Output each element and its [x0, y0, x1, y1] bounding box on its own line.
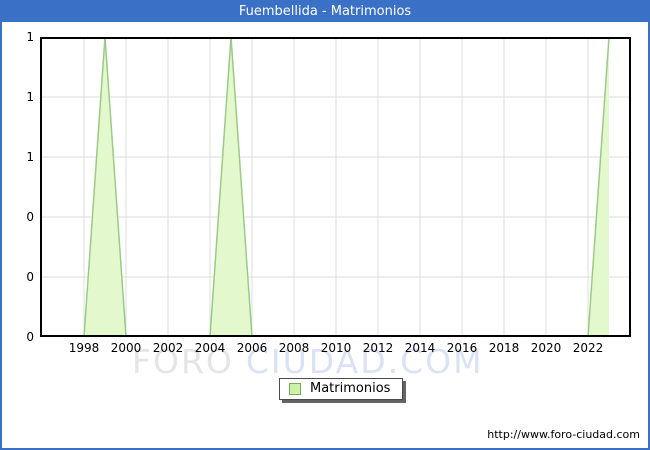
y-tick-label: 1: [26, 90, 34, 104]
y-tick-label: 0: [26, 330, 34, 344]
x-tick-label: 2008: [278, 341, 310, 355]
area-series-fill: [42, 37, 609, 337]
y-tick-label: 1: [26, 30, 34, 44]
source-url: http://www.foro-ciudad.com: [487, 428, 640, 441]
x-tick-label: 2012: [362, 341, 394, 355]
x-tick-label: 1998: [68, 341, 100, 355]
x-tick-label: 2002: [152, 341, 184, 355]
x-tick-label: 2022: [572, 341, 604, 355]
x-tick-label: 2000: [110, 341, 142, 355]
vertical-gridlines: [83, 37, 589, 337]
y-tick-label: 0: [26, 210, 34, 224]
x-tick-label: 2018: [488, 341, 520, 355]
x-tick-label: 2006: [236, 341, 268, 355]
x-tick-label: 2020: [530, 341, 562, 355]
legend-swatch-icon: [289, 383, 301, 395]
x-tick-label: 2016: [446, 341, 478, 355]
x-tick-label: 2010: [320, 341, 352, 355]
y-tick-label: 1: [26, 150, 34, 164]
x-tick-label: 2014: [404, 341, 436, 355]
plot-area: [40, 37, 631, 337]
x-tick-label: 2004: [194, 341, 226, 355]
area-series-line: [42, 37, 610, 337]
chart-window: Fuembellida - Matrimonios 1 1 1 0 0 0 1998 200…: [0, 0, 650, 450]
chart-title: Fuembellida - Matrimonios: [2, 2, 648, 22]
legend-item-label: Matrimonios: [310, 381, 391, 396]
y-tick-label: 0: [26, 270, 34, 284]
legend-box: Matrimonios: [279, 378, 404, 400]
